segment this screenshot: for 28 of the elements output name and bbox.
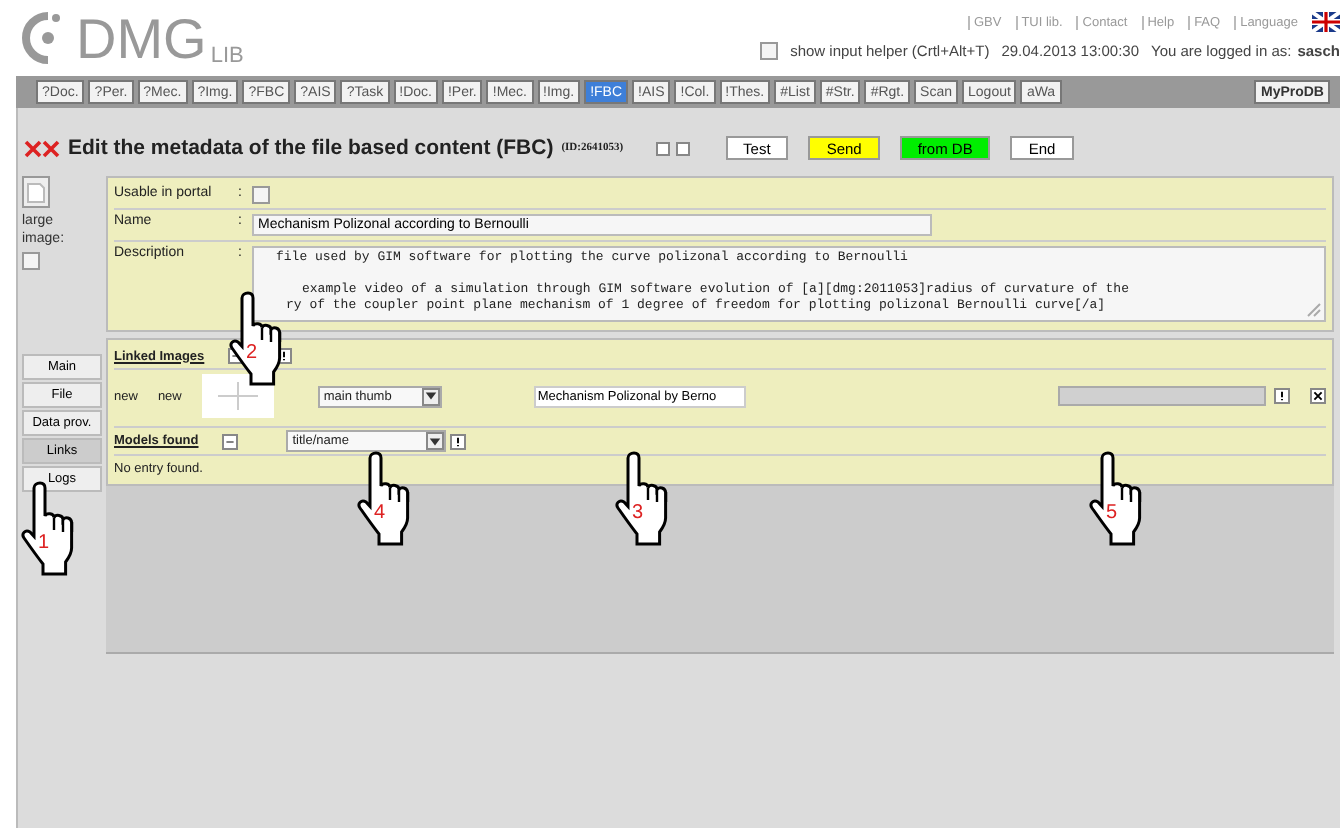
exclamation-icon [1276, 390, 1288, 402]
callout-number: 2 [246, 344, 258, 364]
close-icon [24, 139, 60, 157]
flag-icon [1312, 12, 1340, 32]
checkbox[interactable] [760, 42, 779, 60]
logo-text: DMG [76, 12, 207, 68]
icon-button[interactable] [450, 433, 467, 449]
checkbox[interactable] [252, 186, 270, 204]
close-icon [1312, 390, 1324, 402]
callout-number: 5 [1106, 504, 1118, 524]
callout-number: 1 [38, 534, 50, 554]
thumbnail-image [201, 374, 274, 418]
callout-number: 4 [374, 504, 386, 524]
image-icon [22, 176, 50, 208]
link-field[interactable] [1058, 386, 1266, 406]
exclamation-icon [278, 350, 291, 362]
callout-number: 3 [632, 504, 644, 524]
remove-button[interactable] [1310, 388, 1326, 404]
dropdown-arrow-icon [428, 435, 443, 447]
icon-button[interactable] [1274, 388, 1290, 404]
minus-icon [224, 435, 237, 447]
resize-grip-icon [1304, 300, 1322, 318]
page-title: Edit the metadata of the file based content (FBC) [68, 136, 554, 160]
logo-subtext: LIB [210, 44, 244, 68]
exclamation-icon [452, 435, 465, 447]
checkbox[interactable] [22, 252, 40, 270]
dropdown-arrow-icon [423, 390, 438, 402]
description-field[interactable] [252, 246, 1326, 322]
